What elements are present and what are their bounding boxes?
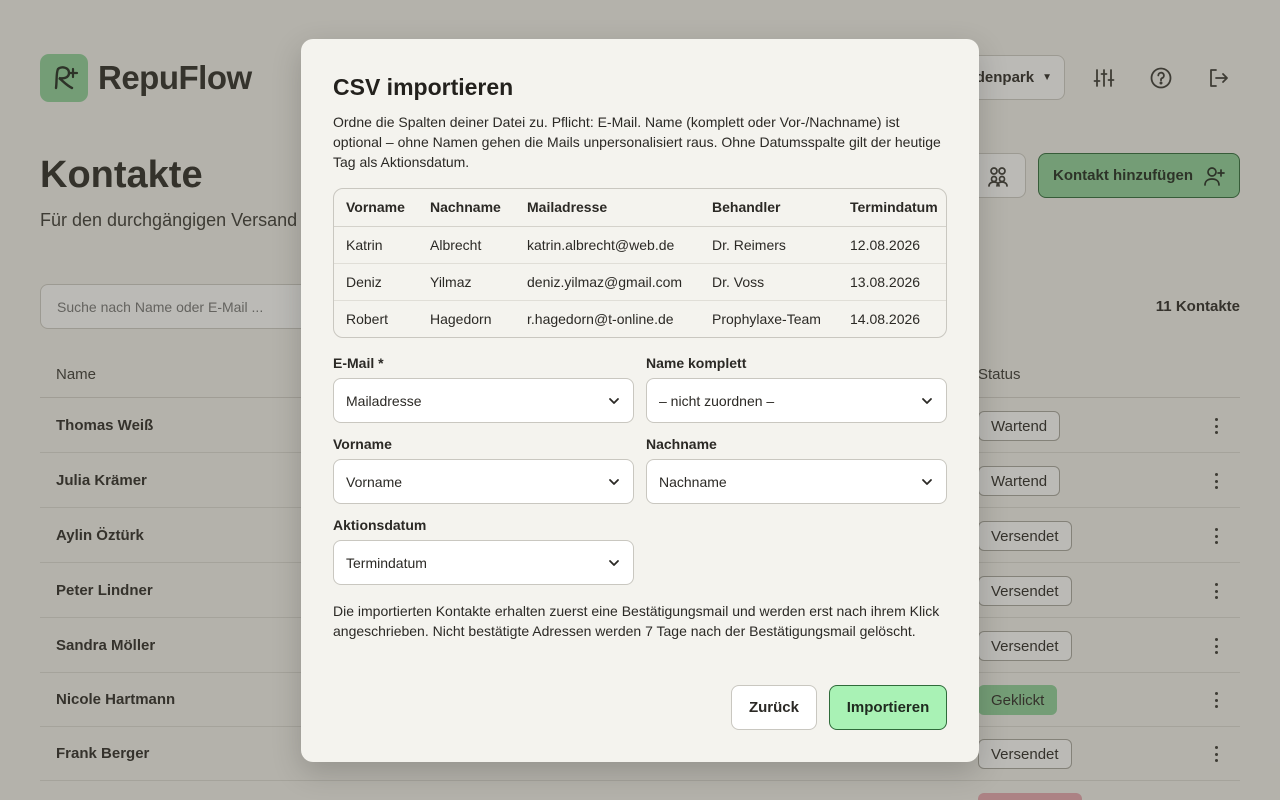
preview-cell: Albrecht [418,226,515,264]
preview-header-row: Vorname Nachname Mailadresse Behandler T… [334,189,946,227]
full-name-field-label: Name komplett [646,355,747,371]
chevron-down-icon [609,478,619,485]
preview-cell: Deniz [334,263,418,301]
last-name-column-value: Nachname [659,473,727,490]
preview-row: Deniz Yilmaz deniz.yilmaz@gmail.com Dr. … [334,263,946,301]
import-button[interactable]: Importieren [829,685,947,730]
action-date-column-select[interactable]: Termindatum [333,540,634,585]
preview-header: Mailadresse [515,189,700,227]
csv-preview-table: Vorname Nachname Mailadresse Behandler T… [333,188,947,338]
preview-cell: r.hagedorn@t-online.de [527,310,674,327]
email-column-select[interactable]: Mailadresse [333,378,634,423]
preview-cell: Yilmaz [418,263,515,301]
preview-header: Vorname [334,189,418,227]
preview-header: Behandler [700,189,838,227]
preview-cell: Dr. Reimers [700,226,838,264]
full-name-column-value: – nicht zuordnen – [659,392,775,409]
last-name-column-select[interactable]: Nachname [646,459,947,504]
action-date-column-value: Termindatum [346,554,427,571]
dialog-description: Ordne die Spalten deiner Datei zu. Pflic… [333,114,941,170]
last-name-field-label: Nachname [646,436,717,452]
preview-cell: Robert [346,310,389,327]
csv-import-dialog: CSV importieren Ordne die Spalten deiner… [301,39,979,762]
preview-cell: Dr. Voss [700,263,838,301]
back-button[interactable]: Zurück [731,685,817,730]
preview-cell: deniz.yilmaz@gmail.com [515,263,700,301]
preview-cell: katrin.albrecht@web.de [515,226,700,264]
preview-cell: 12.08.2026 [838,226,946,264]
first-name-column-select[interactable]: Vorname [333,459,634,504]
email-column-value: Mailadresse [346,392,422,409]
confirmation-note: Die importierten Kontakte erhalten zuers… [333,603,940,639]
preview-header: Termindatum [838,189,946,227]
preview-cell: 14.08.2026 [850,310,921,327]
action-date-field-label: Aktionsdatum [333,517,427,533]
preview-row: Robert Hagedorn r.hagedorn@t-online.de P… [334,300,946,337]
preview-cell: Hagedorn [430,310,492,327]
preview-cell: Prophylaxe-Team [712,310,821,327]
email-field-label: E-Mail * [333,355,384,371]
preview-cell: 13.08.2026 [838,263,946,301]
first-name-column-value: Vorname [346,473,403,490]
preview-row: Katrin Albrecht katrin.albrecht@web.de D… [334,226,946,264]
full-name-column-select[interactable]: – nicht zuordnen – [646,378,947,423]
chevron-down-icon [922,397,932,404]
chevron-down-icon [922,478,932,485]
dialog-title: CSV importieren [333,74,514,100]
first-name-field-label: Vorname [333,436,392,452]
preview-cell: Katrin [334,226,418,264]
preview-header: Nachname [418,189,515,227]
chevron-down-icon [609,559,619,566]
chevron-down-icon [609,397,619,404]
